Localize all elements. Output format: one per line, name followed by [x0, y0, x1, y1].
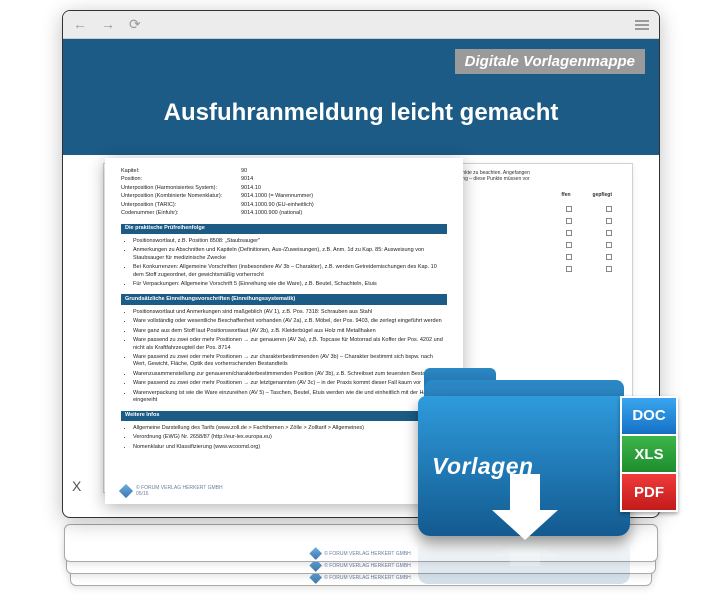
- templates-folder-icon[interactable]: Vorlagen DOC XLS PDF: [418, 374, 678, 584]
- browser-toolbar: ← → ⟳: [63, 11, 659, 39]
- bullet-item: Ware passend zu zwei oder mehr Positione…: [133, 354, 447, 369]
- document-overlay: Kapitel:90 Position:9014 Unterposition (…: [105, 158, 463, 504]
- kv-row: Kapitel:90: [121, 168, 447, 175]
- stack-footer-text: © FORUM VERLAG HERKERT GMBH: [324, 575, 411, 581]
- kv-row: Unterposition (Harmonisiertes System):90…: [121, 185, 447, 192]
- nav-back-icon[interactable]: ←: [73, 16, 87, 33]
- bullet-item: Bei Konkurrenzen: Allgemeine Vorschrifte…: [133, 264, 447, 279]
- bullet-item: Anmerkungen zu Abschnitten und Kapiteln …: [133, 247, 447, 262]
- format-pdf-badge: PDF: [620, 472, 678, 512]
- bullet-item: Für Verpackungen: Allgemeine Vorschrift …: [133, 281, 447, 288]
- doc-footer-date: 05/16: [136, 491, 223, 498]
- section-heading: Die praktische Prüfreihenfolge: [121, 224, 447, 234]
- nav-reload-icon[interactable]: ⟳: [129, 16, 141, 33]
- page-title: Ausfuhranmeldung leicht gemacht: [63, 99, 659, 127]
- download-arrow-icon: [510, 474, 540, 512]
- bullet-item: Warenzusammenstellung zur genaueren/char…: [133, 371, 447, 378]
- section-heading: Grundsätzliche Einreihungsvorschriften (…: [121, 294, 447, 304]
- product-badge: Digitale Vorlagenmappe: [455, 49, 645, 74]
- stack-footer-text: © FORUM VERLAG HERKERT GMBH: [324, 551, 411, 557]
- bullet-item: Ware passend zu zwei oder mehr Positione…: [133, 380, 447, 387]
- section-heading: Weitere Infos: [121, 411, 447, 421]
- format-doc-badge: DOC: [620, 396, 678, 436]
- hamburger-menu-icon[interactable]: [635, 20, 649, 30]
- bullet-item: Allgemeine Darstellung des Tarifs (www.z…: [133, 425, 447, 432]
- stack-footer-text: © FORUM VERLAG HERKERT GMBH: [324, 563, 411, 569]
- col-header: gepflegt: [593, 192, 612, 198]
- bullet-item: Positionswortlaut und Anmerkungen sind m…: [133, 309, 447, 316]
- download-arrow-icon: [492, 510, 558, 540]
- format-xls-badge: XLS: [620, 434, 678, 474]
- logo-diamond-icon: [119, 484, 133, 498]
- bullet-item: Ware passend zu zwei oder mehr Positione…: [133, 337, 447, 352]
- bullet-item: Nomenklatur und Klassifizierung (www.wco…: [133, 444, 447, 451]
- hero-banner: Digitale Vorlagenmappe Ausfuhranmeldung …: [63, 39, 659, 155]
- kv-row: Unterposition (Kombinierte Nomenklatur):…: [121, 193, 447, 200]
- kv-row: Unterposition (TARIC):9014.1000.90 (EU-e…: [121, 202, 447, 209]
- bullet-item: Ware vollständig oder wesentliche Bescha…: [133, 318, 447, 325]
- bullet-item: Positionswortlaut, z.B. Position 8508: „…: [133, 238, 447, 245]
- kv-row: Position:9014: [121, 176, 447, 183]
- col-header: ffen: [561, 192, 570, 198]
- logo-diamond-icon: [309, 547, 322, 560]
- close-button[interactable]: X: [72, 478, 81, 494]
- bullet-item: Warenverpackung ist wie die Ware einzure…: [133, 390, 447, 405]
- nav-forward-icon[interactable]: →: [101, 16, 115, 33]
- doc-footer-text: © FORUM VERLAG HERKERT GMBH: [136, 485, 223, 492]
- bullet-item: Ware ganz aus dem Stoff laut Positionswo…: [133, 328, 447, 335]
- kv-row: Codenummer (Einfuhr):9014.1000.900 (nati…: [121, 210, 447, 217]
- format-badges: DOC XLS PDF: [620, 396, 678, 510]
- bullet-item: Verordnung (EWG) Nr. 2658/87 (http://eur…: [133, 434, 447, 441]
